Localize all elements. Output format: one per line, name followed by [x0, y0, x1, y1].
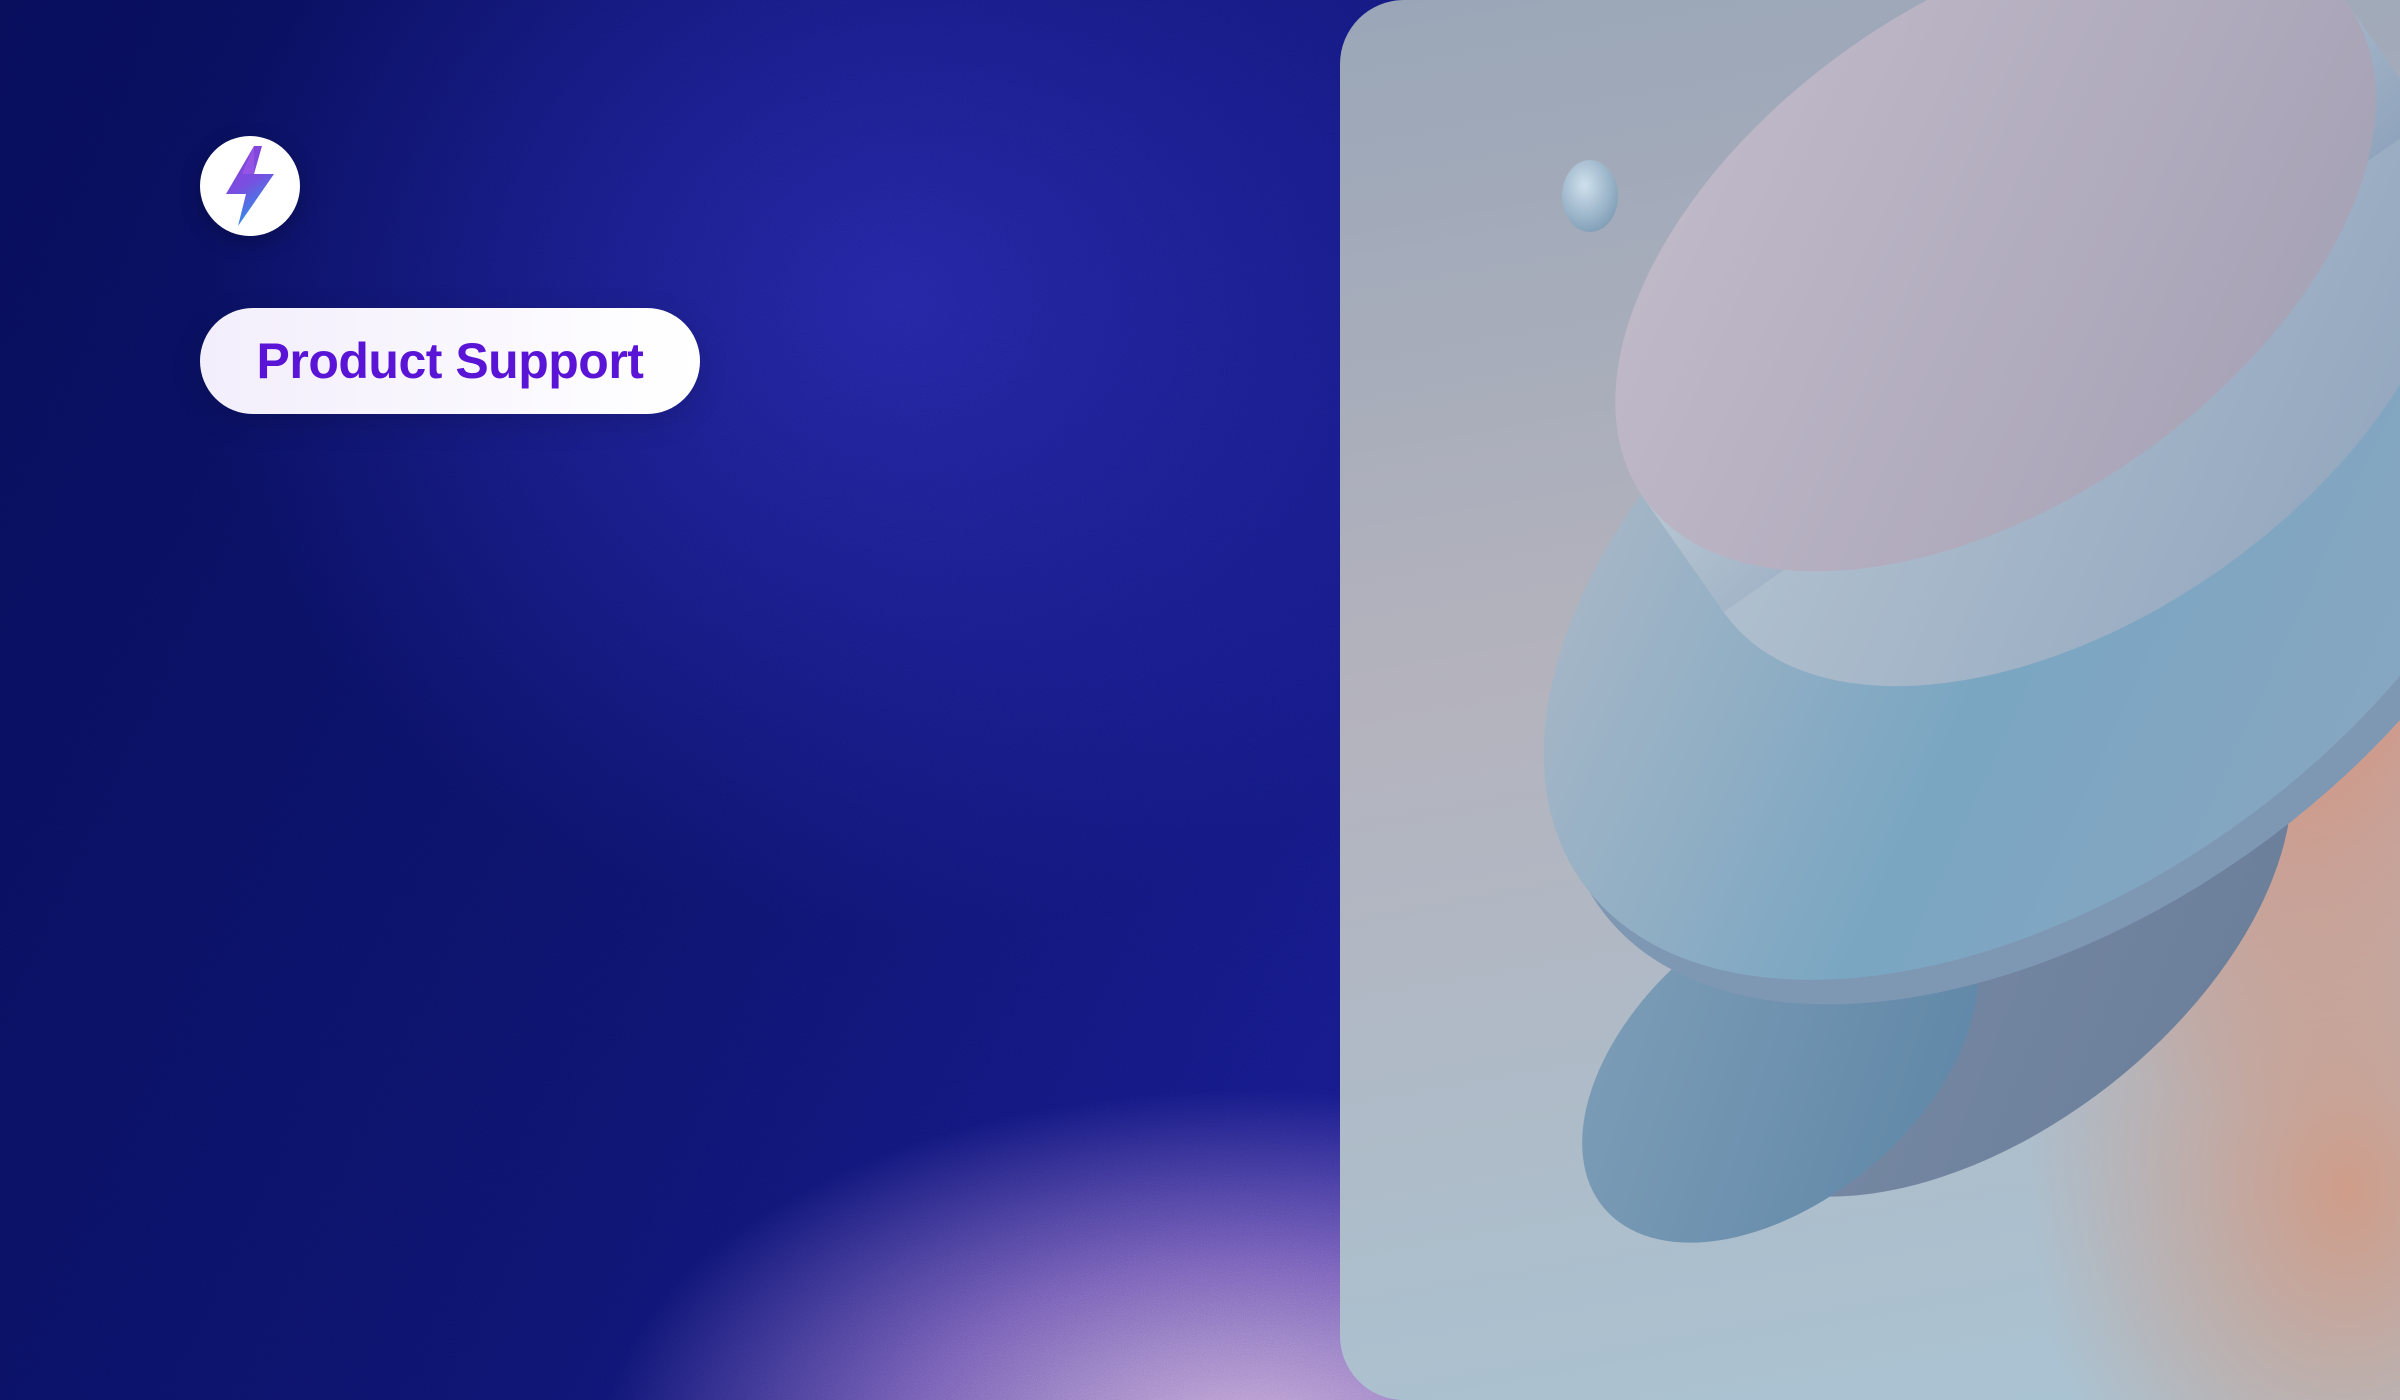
product-support-label: Product Support — [256, 333, 644, 389]
lightning-bolt-icon — [226, 146, 274, 226]
hero-artwork-card — [1340, 0, 2400, 1400]
abstract-3d-discs-illustration — [1340, 0, 2400, 1400]
brand-logo — [200, 136, 300, 236]
product-support-tag: Product Support — [200, 308, 700, 414]
